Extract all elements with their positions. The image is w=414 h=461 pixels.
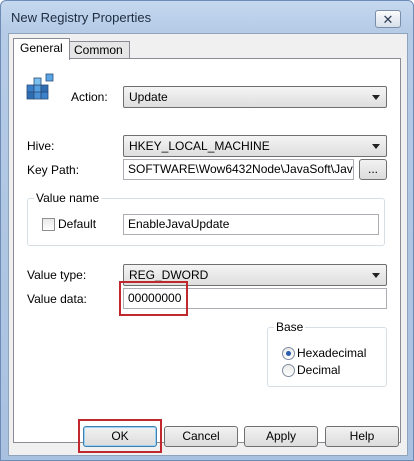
value-data-input[interactable]: 00000000 (123, 288, 387, 309)
value-type-dropdown[interactable]: REG_DWORD (123, 264, 387, 286)
key-path-input[interactable]: SOFTWARE\Wow6432Node\JavaSoft\Java Up (123, 159, 354, 180)
action-dropdown[interactable]: Update (123, 86, 387, 108)
ok-button[interactable]: OK (83, 426, 157, 447)
hexadecimal-radio[interactable] (282, 347, 295, 360)
general-tab-panel: Action: Update Hive: HKEY_LOCAL_MACHINE … (13, 58, 401, 443)
default-checkbox-label: Default (58, 217, 97, 231)
decimal-label: Decimal (297, 363, 341, 377)
apply-button[interactable]: Apply (244, 426, 318, 447)
action-label: Action: (71, 90, 108, 104)
tab-general[interactable]: General (13, 38, 70, 60)
value-name-input[interactable]: EnableJavaUpdate (123, 214, 379, 235)
value-type-label: Value type: (27, 268, 87, 282)
chevron-down-icon (372, 95, 380, 100)
help-button[interactable]: Help (325, 426, 399, 447)
chevron-down-icon (372, 144, 380, 149)
tab-common[interactable]: Common (67, 41, 130, 59)
action-value: Update (129, 90, 168, 104)
registry-cubes-icon (26, 73, 54, 100)
close-button[interactable]: ✕ (375, 10, 401, 28)
close-icon: ✕ (382, 12, 394, 27)
hive-value: HKEY_LOCAL_MACHINE (129, 139, 270, 153)
title-bar[interactable]: New Registry Properties ✕ (1, 1, 413, 33)
value-name-caption: Value name (34, 191, 102, 205)
hive-label: Hive: (27, 139, 55, 153)
dialog-window: New Registry Properties ✕ General Common (0, 0, 414, 461)
browse-key-path-button[interactable]: ... (359, 159, 387, 180)
dialog-client-area: General Common Action: Update Hive: HKEY… (8, 33, 408, 456)
key-path-label: Key Path: (27, 163, 80, 177)
window-title: New Registry Properties (11, 10, 152, 25)
value-type-value: REG_DWORD (129, 268, 209, 282)
decimal-radio[interactable] (282, 364, 295, 377)
base-caption: Base (274, 320, 306, 334)
hive-dropdown[interactable]: HKEY_LOCAL_MACHINE (123, 135, 387, 157)
value-data-label: Value data: (27, 292, 87, 306)
cancel-button[interactable]: Cancel (164, 426, 238, 447)
chevron-down-icon (372, 273, 380, 278)
hexadecimal-label: Hexadecimal (297, 346, 367, 360)
default-checkbox[interactable] (42, 218, 55, 231)
